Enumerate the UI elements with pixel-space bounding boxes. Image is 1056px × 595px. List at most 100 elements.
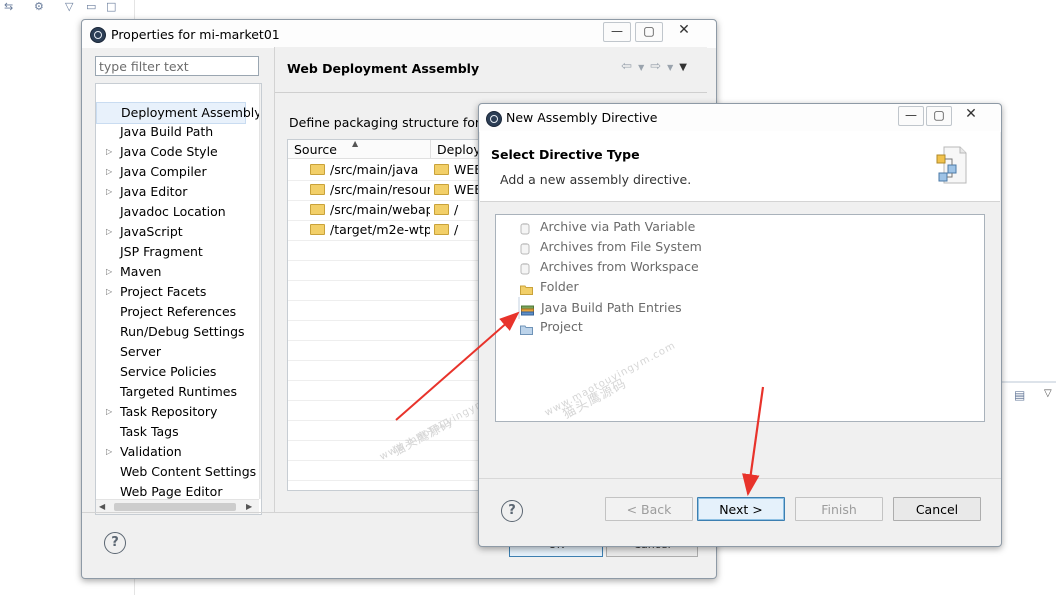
tree-item[interactable]: ▷ Java Editor (96, 182, 246, 202)
forward-dropdown-icon[interactable]: ▼ (667, 63, 679, 72)
close-button[interactable]: ✕ (667, 22, 701, 40)
tools-icon[interactable]: ⚙ (34, 1, 48, 13)
tree-item-label: Validation (120, 444, 182, 459)
folder-icon (434, 224, 449, 235)
tree-item[interactable]: ▷ Java Code Style (96, 142, 246, 162)
tree-item[interactable]: ▷ Maven (96, 262, 246, 282)
scroll-left-icon[interactable]: ◀ (99, 502, 105, 511)
tree-item-label: Task Tags (120, 424, 179, 439)
view-menu-chevron-icon[interactable]: ▼ (679, 62, 693, 73)
directive-type-list: Archive via Path Variable Archives from F… (495, 214, 985, 422)
back-dropdown-icon[interactable]: ▼ (638, 63, 650, 72)
tree-item[interactable]: ▷ Java Compiler (96, 162, 246, 182)
expand-arrow-icon[interactable]: ▷ (106, 262, 112, 282)
dialog-maximize-button[interactable]: ▢ (926, 106, 952, 126)
tree-item-label: JSP Fragment (120, 244, 203, 259)
source-cell: /src/main/java (310, 160, 430, 180)
expand-arrow-icon[interactable]: ▷ (106, 402, 112, 422)
tree-item-label: Task Repository (120, 404, 218, 419)
help-icon[interactable]: ? (104, 532, 126, 554)
tree-item[interactable]: Deployment Assembly (96, 102, 261, 124)
source-cell: /src/main/webapp (310, 200, 430, 220)
tree-item-label: Project References (120, 304, 237, 319)
source-cell: /src/main/resources (310, 180, 430, 200)
tree-item[interactable]: Java Build Path (96, 122, 246, 142)
sort-ascending-icon: ▲ (352, 139, 359, 148)
cancel-button[interactable]: Cancel (893, 497, 981, 521)
chevron-down-icon[interactable]: ▽ (65, 1, 79, 13)
tree-item[interactable]: Javadoc Location (96, 202, 246, 222)
wizard-header-subtitle: Add a new assembly directive. (500, 172, 692, 187)
library-icon (521, 302, 534, 316)
expand-arrow-icon[interactable]: ▷ (106, 282, 112, 302)
folder-icon (310, 204, 325, 215)
tree-item[interactable]: ▷ Validation (96, 442, 246, 462)
jar-icon (520, 261, 530, 275)
directive-item-label: Archive via Path Variable (540, 219, 696, 234)
dialog-titlebar[interactable]: New Assembly Directive — ▢ ✕ (479, 104, 1001, 132)
view-chevron-icon[interactable]: ▽ (1044, 388, 1052, 399)
tree-item-label: Project Facets (120, 284, 207, 299)
panel-title: Web Deployment Assembly (287, 61, 480, 76)
maximize-icon[interactable]: □ (106, 1, 120, 13)
panel-separator (275, 92, 707, 93)
tree-item-label: Java Compiler (120, 164, 207, 179)
workspace-toolbar: ⇆ ⚙ ▽ ▭ □ (0, 0, 135, 14)
sync-icon[interactable]: ⇆ (4, 1, 18, 13)
expand-arrow-icon[interactable]: ▷ (106, 142, 112, 162)
tree-vertical-scrollbar[interactable]: ▲ ≡ ▼ (259, 84, 261, 499)
minimize-icon[interactable]: ▭ (86, 1, 100, 13)
tree-item[interactable]: ▷ Project Facets (96, 282, 246, 302)
folder-icon (520, 281, 533, 295)
tree-item-label: Service Policies (120, 364, 217, 379)
view-menu-icon[interactable]: ▤ (1014, 388, 1025, 402)
tree-item[interactable]: Service Policies (96, 362, 246, 382)
maximize-button[interactable]: ▢ (635, 22, 663, 42)
properties-title: Properties for mi-market01 (111, 27, 280, 42)
tree-item[interactable]: Targeted Runtimes (96, 382, 246, 402)
directive-item-label: Java Build Path Entries (541, 300, 682, 315)
next-button[interactable]: Next > (697, 497, 785, 521)
forward-nav-icon[interactable]: ⇨ (650, 59, 667, 74)
expand-arrow-icon[interactable]: ▷ (106, 442, 112, 462)
tree-item-label: Run/Debug Settings (120, 324, 245, 339)
folder-icon (310, 184, 325, 195)
tree-item[interactable]: Project References (96, 302, 246, 322)
tree-item-label: Java Editor (120, 184, 188, 199)
tree-item[interactable]: Web Content Settings (96, 462, 256, 482)
eclipse-icon (90, 27, 106, 43)
minimize-button[interactable]: — (603, 22, 631, 42)
dialog-bottom-separator (479, 478, 1001, 479)
directive-list-item[interactable]: Java Build Path Entries (518, 297, 682, 319)
tree-item[interactable]: Server (96, 342, 246, 362)
folder-icon (434, 204, 449, 215)
folder-icon (310, 224, 325, 235)
expand-arrow-icon[interactable]: ▷ (106, 182, 112, 202)
tree-item[interactable]: ▷ JavaScript (96, 222, 246, 242)
column-header-source[interactable]: Source ▲ (288, 140, 431, 159)
expand-arrow-icon[interactable]: ▷ (106, 162, 112, 182)
back-nav-icon[interactable]: ⇦ (621, 59, 638, 74)
back-button[interactable]: < Back (605, 497, 693, 521)
wizard-banner-icon (936, 146, 967, 184)
properties-titlebar[interactable]: Properties for mi-market01 — ▢ ✕ (82, 20, 716, 48)
tree-item[interactable]: Run/Debug Settings (96, 322, 246, 342)
tree-item[interactable]: Task Tags (96, 422, 246, 442)
hscroll-thumb[interactable] (114, 503, 236, 511)
filter-input[interactable]: type filter text (95, 56, 259, 76)
dialog-help-icon[interactable]: ? (501, 500, 523, 522)
tree-item-label: Deployment Assembly (121, 105, 262, 120)
finish-button[interactable]: Finish (795, 497, 883, 521)
scroll-right-icon[interactable]: ▶ (246, 502, 252, 511)
tree-item[interactable]: JSP Fragment (96, 242, 246, 262)
dialog-close-button[interactable]: ✕ (956, 106, 986, 124)
tree-item-label: Maven (120, 264, 162, 279)
dialog-minimize-button[interactable]: — (898, 106, 924, 126)
wizard-header-title: Select Directive Type (491, 147, 640, 162)
wizard-header: Select Directive Type Add a new assembly… (480, 131, 1000, 202)
tree-item[interactable]: ▷ Task Repository (96, 402, 246, 422)
expand-arrow-icon[interactable]: ▷ (106, 222, 112, 242)
tree-item-label: Web Content Settings (120, 464, 257, 479)
property-tree: Deployment Assembly Java Build Path ▷ Java … (95, 83, 262, 515)
jar-icon (520, 241, 530, 255)
